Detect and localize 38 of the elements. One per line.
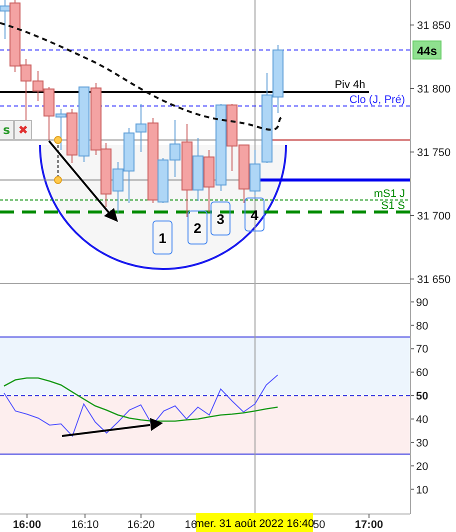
scale-label: 60 xyxy=(416,367,428,380)
candle xyxy=(66,108,78,164)
price-label: 31 750 xyxy=(417,147,451,159)
pattern-mark: 3 xyxy=(210,202,230,236)
candle xyxy=(272,44,284,114)
price-label: 31 700 xyxy=(417,210,451,222)
pattern-mark: 1 xyxy=(152,220,172,254)
candle xyxy=(238,144,250,204)
scale-label: 90 xyxy=(416,296,428,309)
scale-label: 50 xyxy=(416,390,428,403)
scale-label: 80 xyxy=(416,320,428,332)
scale-label: 20 xyxy=(416,460,428,473)
pattern-mark: 2 xyxy=(188,210,208,244)
level-label: Clo (J, Pré) xyxy=(349,94,405,106)
toolbar-button[interactable]: s xyxy=(0,120,14,140)
timer-badge: 44s xyxy=(412,40,442,60)
price-label: 31 650 xyxy=(417,274,451,284)
close-button[interactable]: ✖ xyxy=(14,120,32,140)
level-label: Piv 4h xyxy=(334,79,366,91)
candle xyxy=(100,142,112,208)
candle xyxy=(226,104,238,172)
time-label: 17:00 xyxy=(354,519,384,531)
time-label: 16 xyxy=(184,519,197,531)
level-label: mS1 J xyxy=(374,188,405,200)
time-label: 16:10 xyxy=(71,519,99,531)
candle xyxy=(204,150,214,212)
time-label: 16:00 xyxy=(12,519,42,531)
scale-label: 40 xyxy=(416,414,428,426)
level-label: S1 S xyxy=(381,200,405,212)
measure-line xyxy=(54,136,62,184)
scale-label: 30 xyxy=(416,437,428,450)
scale-label: 70 xyxy=(416,344,428,356)
time-label: 50 xyxy=(313,519,326,531)
price-label: 31 800 xyxy=(417,84,451,96)
candle xyxy=(56,108,66,150)
time-label: 16:20 xyxy=(127,519,155,531)
price-label: 31 850 xyxy=(417,20,451,32)
scale-label: 10 xyxy=(416,484,428,496)
